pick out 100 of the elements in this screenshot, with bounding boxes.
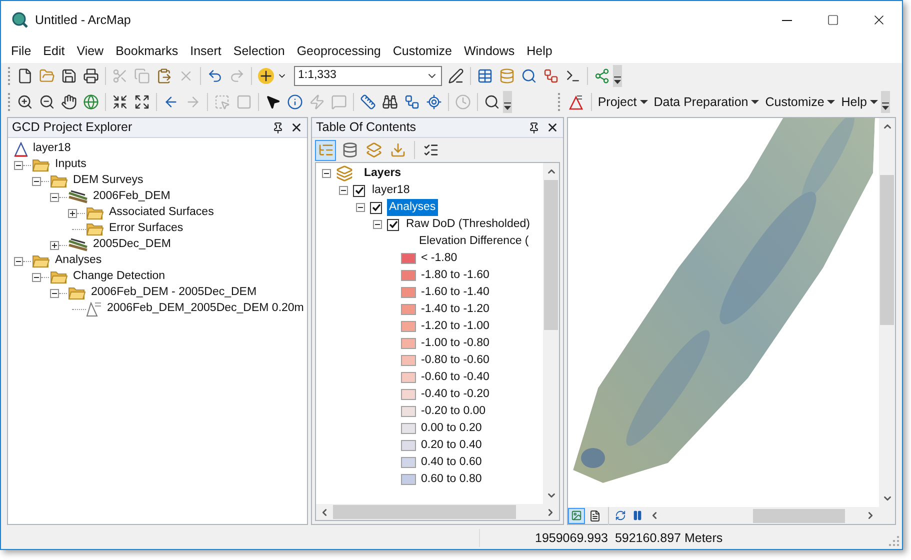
toolbar-grip-icon[interactable] <box>8 67 11 85</box>
menu-item[interactable]: View <box>70 42 110 60</box>
zoom-out-icon[interactable] <box>39 94 55 110</box>
toolbar-menu[interactable]: Help <box>838 92 881 112</box>
expand-toggle[interactable] <box>68 208 77 218</box>
menu-item[interactable]: Edit <box>37 42 71 60</box>
pin-icon[interactable] <box>272 122 284 134</box>
list-by-visibility-icon <box>366 142 382 158</box>
scroll-thumb[interactable] <box>880 175 894 325</box>
layout-view-icon[interactable] <box>589 510 601 522</box>
collapse-toggle[interactable] <box>32 176 41 186</box>
menu-item[interactable]: Geoprocessing <box>290 42 387 60</box>
layer-name[interactable]: Layers <box>362 164 404 182</box>
maximize-icon <box>827 14 839 26</box>
scroll-thumb[interactable] <box>544 180 558 330</box>
identify-icon[interactable] <box>287 94 303 110</box>
expand-toggle[interactable] <box>50 240 59 250</box>
caret-icon <box>870 100 878 104</box>
toolbar-overflow-icon[interactable] <box>613 65 622 87</box>
legend-label: -1.20 to -1.00 <box>421 318 490 334</box>
refresh-icon[interactable] <box>615 510 626 521</box>
back-icon[interactable] <box>163 94 179 110</box>
tree-item[interactable]: 2006Feb_DEM_2005Dec_DEM 0.20m <box>106 300 305 318</box>
tree-item[interactable]: Analyses <box>54 252 103 270</box>
options-icon[interactable] <box>423 142 439 158</box>
picture-icon <box>571 510 582 521</box>
close-icon[interactable] <box>546 121 559 134</box>
toolbar-grip-icon[interactable] <box>8 93 11 111</box>
add-data-icon[interactable] <box>258 68 274 84</box>
collapse-toggle[interactable] <box>356 203 365 212</box>
tree-item[interactable]: layer18 <box>32 140 72 158</box>
collapse-toggle[interactable] <box>50 288 59 298</box>
tree-item[interactable]: 2006Feb_DEM - 2005Dec_DEM <box>90 284 258 302</box>
scale-dropdown[interactable]: 1:1,333 <box>294 66 442 86</box>
data-view-button[interactable] <box>568 508 585 524</box>
toolbar-menu[interactable]: Data Preparation <box>650 92 762 112</box>
collapse-toggle[interactable] <box>32 272 41 282</box>
scroll-thumb[interactable] <box>753 508 845 522</box>
undo-icon[interactable] <box>207 68 223 84</box>
checkbox[interactable] <box>370 202 382 214</box>
collapse-toggle[interactable] <box>50 192 59 202</box>
pointer-icon[interactable] <box>265 94 281 110</box>
print-icon[interactable] <box>83 68 99 84</box>
menu-item[interactable]: File <box>5 42 38 60</box>
go-to-xy-icon[interactable] <box>426 94 442 110</box>
resize-grip-icon[interactable] <box>889 536 899 546</box>
checkbox[interactable] <box>387 218 399 230</box>
zoom-in-icon[interactable] <box>17 94 33 110</box>
toolbar-overflow-icon[interactable] <box>881 91 890 113</box>
new-document-icon[interactable] <box>17 68 33 84</box>
globe-icon[interactable] <box>83 94 99 110</box>
toolbar-menu[interactable]: Project <box>594 92 651 112</box>
editor-icon[interactable] <box>448 68 464 84</box>
fixed-zoom-out-icon[interactable] <box>134 94 150 110</box>
tree-item[interactable]: Change Detection <box>72 268 166 286</box>
tree-item[interactable]: DEM Surveys <box>72 172 144 190</box>
layer-name[interactable]: Raw DoD (Thresholded) <box>404 216 532 234</box>
stripes-icon <box>68 238 88 252</box>
fixed-zoom-in-icon[interactable] <box>112 94 128 110</box>
collapse-toggle[interactable] <box>322 169 331 178</box>
paste-icon[interactable] <box>156 68 172 84</box>
menu-item[interactable]: Bookmarks <box>110 42 184 60</box>
menu-item[interactable]: Help <box>520 42 558 60</box>
toolbar-overflow-icon[interactable] <box>503 91 512 113</box>
menu-item[interactable]: Windows <box>458 42 521 60</box>
menu-item[interactable]: Selection <box>227 42 291 60</box>
terminal-icon[interactable] <box>565 68 581 84</box>
collapse-toggle[interactable] <box>14 160 23 170</box>
pin-icon[interactable] <box>528 122 540 134</box>
toolbar-grip-icon[interactable] <box>558 93 561 111</box>
scroll-thumb[interactable] <box>333 505 516 519</box>
checkbox[interactable] <box>353 184 365 196</box>
menu-item[interactable]: Customize <box>386 42 458 60</box>
tree-item[interactable]: 2006Feb_DEM <box>92 188 172 206</box>
window-title: Untitled - ArcMap <box>35 12 132 29</box>
gcd-icon[interactable] <box>566 93 585 111</box>
tree-item[interactable]: 2005Dec_DEM <box>92 236 172 254</box>
close-icon[interactable] <box>290 121 303 134</box>
collapse-toggle[interactable] <box>14 256 23 266</box>
layer-name[interactable]: Analyses <box>387 198 438 216</box>
tree-item[interactable]: Inputs <box>54 156 88 174</box>
pause-icon[interactable] <box>632 510 643 521</box>
collapse-toggle[interactable] <box>373 220 382 229</box>
tree-item[interactable]: Associated Surfaces <box>108 204 215 222</box>
collapse-toggle[interactable] <box>339 186 348 195</box>
toolbar-menu[interactable]: Customize <box>762 92 838 112</box>
tree-item[interactable]: Error Surfaces <box>108 220 184 238</box>
pan-icon[interactable] <box>61 94 77 110</box>
coordinates-readout: 1959069.993 592160.897 Meters <box>534 530 724 547</box>
find-icon[interactable] <box>382 94 398 110</box>
measure-icon[interactable] <box>360 94 376 110</box>
save-icon[interactable] <box>61 68 77 84</box>
list-by-drawing-order-tab[interactable] <box>315 140 336 160</box>
menu-item[interactable]: Insert <box>184 42 228 60</box>
open-folder-icon[interactable] <box>39 68 55 84</box>
legend-label: -0.20 to 0.00 <box>421 404 486 419</box>
layer-name[interactable]: layer18 <box>370 182 412 200</box>
magnifier-icon[interactable] <box>484 94 500 110</box>
search-window-icon[interactable] <box>521 68 537 84</box>
vertical-scrollbar[interactable] <box>879 118 895 507</box>
